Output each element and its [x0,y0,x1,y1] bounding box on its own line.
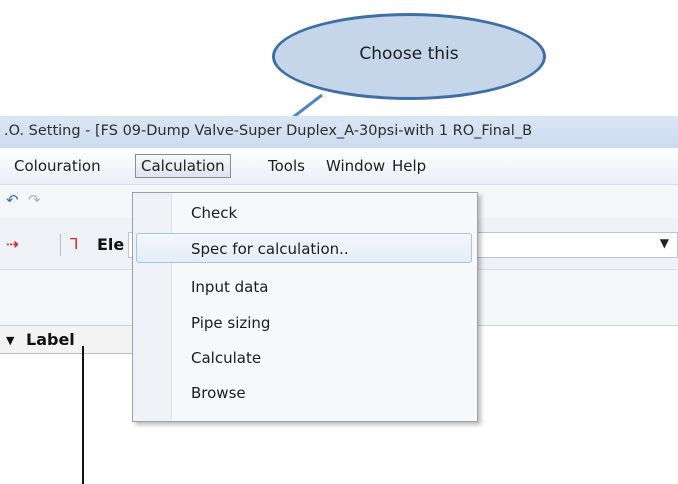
window-title-bar[interactable]: .O. Setting - [FS 09-Dump Valve-Super Du… [0,116,678,148]
menu-item-input-data[interactable]: Input data [136,271,472,301]
element-selector-text: Ele [97,235,125,254]
grid-line [82,346,84,484]
menu-help[interactable]: Help [386,154,432,178]
menu-window[interactable]: Window [320,154,391,178]
calculation-menu: Check Spec for calculation.. Input data … [132,192,478,422]
menu-calculation[interactable]: Calculation [135,154,231,178]
undo-icon[interactable]: ↶ [6,191,19,209]
column-header-text: Label [26,330,75,349]
menu-colouration[interactable]: Colouration [8,154,107,178]
menu-item-browse[interactable]: Browse [136,377,472,407]
chevron-down-icon[interactable]: ▼ [660,236,669,250]
column-header-label[interactable]: ▼ Label [0,326,140,354]
node-icon[interactable]: ⅂ [70,235,78,253]
menu-item-spec-for-calculation[interactable]: Spec for calculation.. [136,233,472,263]
chevron-down-icon[interactable]: ▼ [6,334,14,347]
menu-item-pipe-sizing[interactable]: Pipe sizing [136,307,472,337]
menu-bar: Colouration Calculation Tools Window Hel… [0,148,678,185]
redo-icon[interactable]: ↷ [28,191,41,209]
menu-tools[interactable]: Tools [262,154,311,178]
delete-link-icon[interactable]: ⇢ [6,235,19,253]
toolbar-separator [60,234,61,256]
menu-item-calculate[interactable]: Calculate [136,342,472,372]
window-title: .O. Setting - [FS 09-Dump Valve-Super Du… [4,123,533,139]
menu-item-check[interactable]: Check [136,197,472,227]
